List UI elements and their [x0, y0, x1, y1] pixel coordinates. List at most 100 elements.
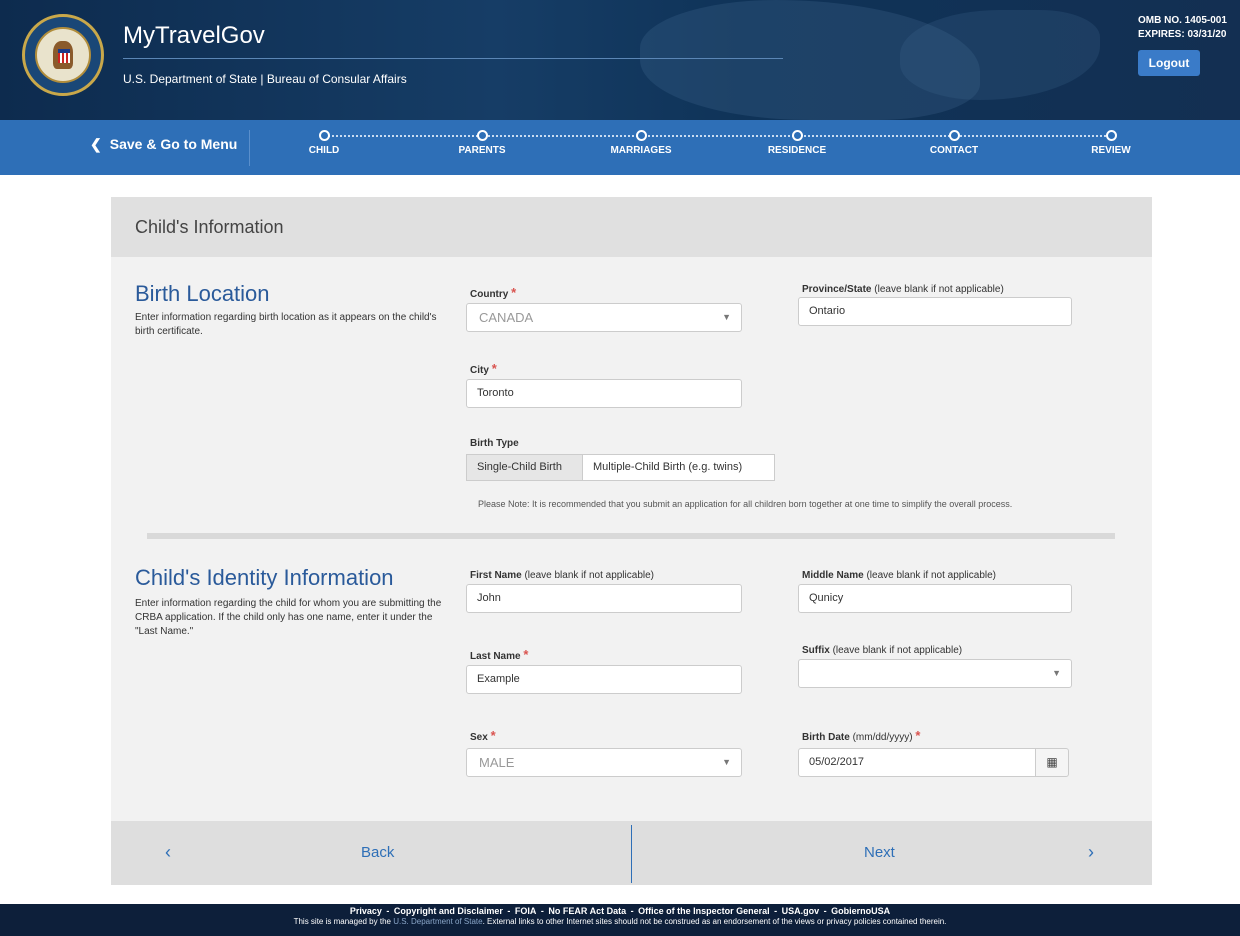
- omb-notice: OMB NO. 1405-001 EXPIRES: 03/31/20: [1138, 14, 1227, 42]
- country-label-text: Country: [470, 289, 509, 300]
- footer-link-no-fear[interactable]: No FEAR Act Data: [548, 906, 626, 916]
- middle-name-label: Middle Name (leave blank if not applicab…: [802, 570, 996, 581]
- step-review[interactable]: REVIEW: [1071, 130, 1151, 156]
- birth-location-description: Enter information regarding birth locati…: [135, 312, 437, 337]
- middle-name-input[interactable]: Qunicy: [798, 584, 1072, 613]
- country-label: Country *: [470, 285, 516, 300]
- step-parents[interactable]: PARENTS: [442, 130, 522, 156]
- dropdown-caret-icon: ▼: [722, 312, 731, 322]
- first-name-label-text: First Name: [470, 570, 522, 581]
- required-asterisk: *: [511, 285, 517, 300]
- step-label: PARENTS: [458, 145, 506, 156]
- province-input[interactable]: Ontario: [798, 297, 1072, 326]
- site-header: MyTravelGov U.S. Department of State | B…: [0, 0, 1240, 120]
- birth-date-input[interactable]: 05/02/2017: [798, 748, 1036, 777]
- required-asterisk: *: [915, 728, 921, 743]
- last-name-label: Last Name *: [470, 647, 528, 662]
- omb-number: OMB NO. 1405-001: [1138, 15, 1227, 26]
- save-menu-label: Save & Go to Menu: [109, 136, 238, 152]
- step-label: MARRIAGES: [610, 145, 672, 156]
- dropdown-caret-icon: ▼: [722, 757, 731, 767]
- suffix-note: (leave blank if not applicable): [832, 645, 963, 656]
- form-navigation-bar: ‹ Back Next ›: [111, 821, 1152, 885]
- state-department-link[interactable]: U.S. Department of State: [393, 917, 482, 926]
- country-select[interactable]: CANADA ▼: [466, 303, 742, 332]
- managed-prefix: This site is managed by the: [293, 917, 391, 926]
- birth-date-label: Birth Date (mm/dd/yyyy) *: [802, 728, 920, 743]
- step-residence[interactable]: RESIDENCE: [757, 130, 837, 156]
- step-dot-icon: [948, 130, 960, 141]
- sex-select[interactable]: MALE ▼: [466, 748, 742, 777]
- last-name-input[interactable]: Example: [466, 665, 742, 694]
- step-contact[interactable]: CONTACT: [914, 130, 994, 156]
- identity-heading: Child's Identity Information: [135, 565, 394, 590]
- site-title: MyTravelGov: [123, 22, 265, 49]
- footer-link-gobiernousa[interactable]: GobiernoUSA: [831, 906, 890, 916]
- city-label: City *: [470, 361, 497, 376]
- step-marriages[interactable]: MARRIAGES: [601, 130, 681, 156]
- middle-name-note: (leave blank if not applicable): [866, 570, 996, 581]
- seal-inner: [35, 27, 91, 83]
- step-dot-icon: [635, 130, 647, 141]
- sex-value: MALE: [479, 755, 515, 770]
- country-value: CANADA: [479, 310, 534, 325]
- card-header: Child's Information: [111, 197, 1152, 257]
- chevron-left-icon: ❮: [90, 136, 102, 152]
- footer-link-foia[interactable]: FOIA: [515, 906, 537, 916]
- suffix-label-text: Suffix: [802, 645, 830, 656]
- single-child-birth-toggle[interactable]: Single-Child Birth: [466, 454, 583, 481]
- next-label: Next: [864, 844, 895, 861]
- save-go-to-menu-button[interactable]: ❮ Save & Go to Menu: [90, 136, 237, 153]
- last-name-label-text: Last Name: [470, 651, 521, 662]
- required-asterisk: *: [491, 361, 497, 376]
- shield-icon: [58, 49, 70, 63]
- step-label: CHILD: [308, 145, 340, 156]
- birth-type-note: Please Note: It is recommended that you …: [478, 499, 1013, 509]
- logout-button[interactable]: Logout: [1138, 50, 1200, 76]
- step-label: CONTACT: [929, 145, 979, 156]
- province-label: Province/State (leave blank if not appli…: [802, 284, 1004, 295]
- birth-date-label-text: Birth Date: [802, 732, 850, 743]
- step-dot-icon: [476, 130, 488, 141]
- back-label: Back: [361, 844, 395, 861]
- identity-description: Enter information regarding the child fo…: [135, 598, 442, 637]
- footer-links: Privacy - Copyright and Disclaimer - FOI…: [349, 906, 891, 916]
- title-underline: [123, 58, 783, 59]
- first-name-label: First Name (leave blank if not applicabl…: [470, 570, 654, 581]
- birth-type-label: Birth Type: [470, 438, 519, 449]
- managed-suffix: . External links to other Internet sites…: [482, 917, 947, 926]
- first-name-input[interactable]: John: [466, 584, 742, 613]
- footer-link-privacy[interactable]: Privacy: [350, 906, 382, 916]
- middle-name-label-text: Middle Name: [802, 570, 864, 581]
- omb-expiry: EXPIRES: 03/31/20: [1138, 29, 1227, 40]
- suffix-label: Suffix (leave blank if not applicable): [802, 645, 962, 656]
- multiple-child-birth-toggle[interactable]: Multiple-Child Birth (e.g. twins): [582, 454, 775, 481]
- province-label-text: Province/State: [802, 284, 872, 295]
- nav-divider: [249, 130, 250, 166]
- footer-link-oig[interactable]: Office of the Inspector General: [638, 906, 770, 916]
- footer-link-copyright[interactable]: Copyright and Disclaimer: [394, 906, 503, 916]
- birth-location-heading: Birth Location: [135, 281, 270, 306]
- footer-link-usagov[interactable]: USA.gov: [782, 906, 820, 916]
- birth-date-note: (mm/dd/yyyy): [852, 732, 913, 743]
- step-label: RESIDENCE: [767, 145, 827, 156]
- section-divider: [147, 533, 1115, 539]
- site-footer: Privacy - Copyright and Disclaimer - FOI…: [0, 904, 1240, 936]
- step-label: REVIEW: [1091, 145, 1131, 156]
- step-dot-icon: [1105, 130, 1117, 141]
- next-button[interactable]: Next ›: [632, 821, 1152, 885]
- chevron-left-icon: ‹: [165, 842, 171, 862]
- form-card: Child's Information Birth Location Enter…: [111, 197, 1152, 885]
- sex-label-text: Sex: [470, 732, 488, 743]
- calendar-icon[interactable]: ▦: [1035, 748, 1069, 777]
- footer-managed-text: This site is managed by the U.S. Departm…: [0, 917, 1240, 926]
- city-input[interactable]: Toronto: [466, 379, 742, 408]
- progress-navbar: ❮ Save & Go to Menu CHILD PARENTS MARRIAG…: [0, 120, 1240, 175]
- required-asterisk: *: [490, 728, 496, 743]
- step-child[interactable]: CHILD: [284, 130, 364, 156]
- province-label-note: (leave blank if not applicable): [874, 284, 1004, 295]
- back-button[interactable]: ‹ Back: [111, 821, 631, 885]
- city-label-text: City: [470, 365, 489, 376]
- suffix-select[interactable]: ▼: [798, 659, 1072, 688]
- world-map-graphic-2: [900, 10, 1100, 100]
